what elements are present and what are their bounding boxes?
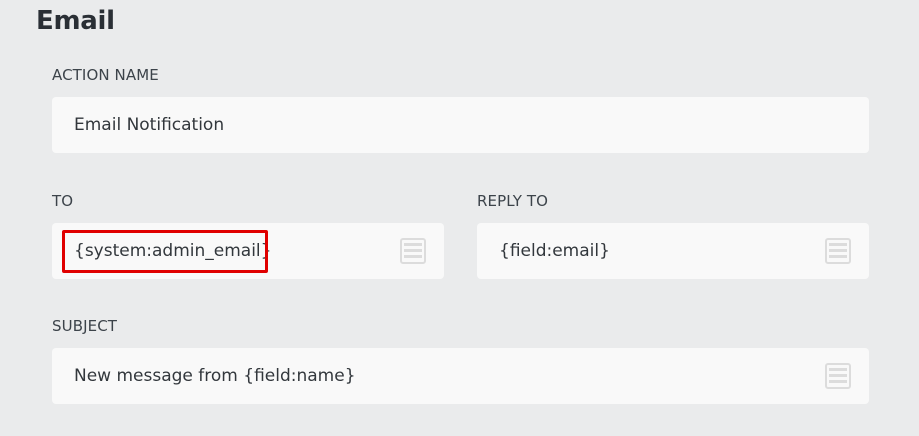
section-title: Email xyxy=(36,6,115,36)
merge-tags-icon[interactable] xyxy=(825,363,851,389)
merge-tags-icon[interactable] xyxy=(400,238,426,264)
action-name-label: ACTION NAME xyxy=(52,66,159,84)
subject-input[interactable]: New message from {field:name} xyxy=(52,348,869,404)
to-label: TO xyxy=(52,192,74,210)
reply-to-input[interactable]: {field:email} xyxy=(477,223,869,279)
action-name-value: Email Notification xyxy=(74,115,225,135)
merge-tags-icon[interactable] xyxy=(825,238,851,264)
subject-value: New message from {field:name} xyxy=(74,366,356,386)
reply-to-value: {field:email} xyxy=(499,241,610,261)
reply-to-label: REPLY TO xyxy=(477,192,549,210)
to-input[interactable]: {system:admin_email} xyxy=(52,223,444,279)
action-name-input[interactable]: Email Notification xyxy=(52,97,869,153)
subject-label: SUBJECT xyxy=(52,317,118,335)
to-value: {system:admin_email} xyxy=(74,241,272,261)
email-action-panel: Email ACTION NAME Email Notification TO … xyxy=(0,0,919,436)
